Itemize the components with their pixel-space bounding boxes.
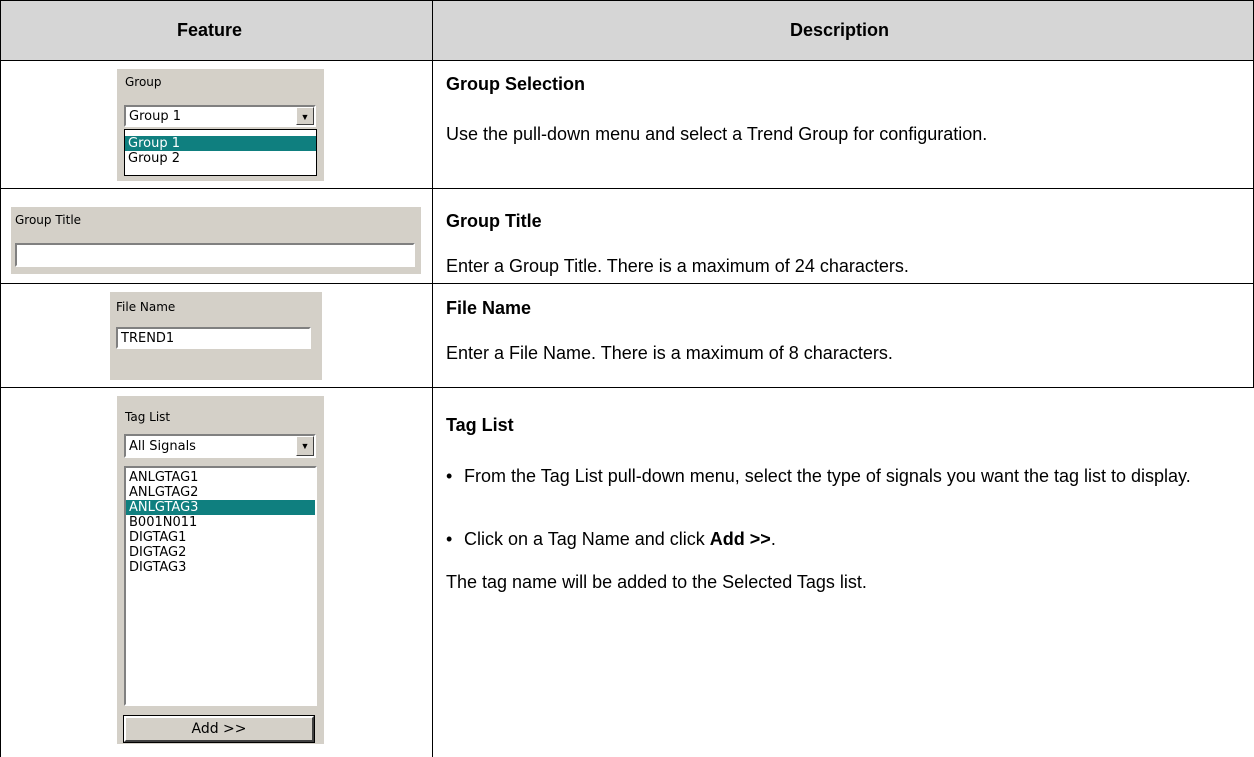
list-item[interactable]: ANLGTAG2 xyxy=(126,485,315,500)
header-description: Description xyxy=(790,20,890,40)
bullet-bold-text: Add >> xyxy=(709,529,771,549)
row-title: Tag List xyxy=(446,415,514,435)
group-title-input[interactable] xyxy=(15,243,415,267)
feature-table: Feature Description Group Group 1 ▼ Grou… xyxy=(0,0,1254,757)
row-text: Enter a File Name. There is a maximum of… xyxy=(446,343,893,363)
list-item[interactable]: ANLGTAG1 xyxy=(126,470,315,485)
row-text: The tag name will be added to the Select… xyxy=(446,572,867,592)
divider xyxy=(0,188,1254,189)
header-feature: Feature xyxy=(177,20,243,40)
file-name-panel: File Name TREND1 xyxy=(110,292,322,380)
group-panel: Group Group 1 ▼ Group 1 Group 2 xyxy=(117,69,324,181)
bullet-icon: • xyxy=(446,529,453,549)
list-item: • Click on a Tag Name and click Add >>. xyxy=(446,528,1216,550)
row-title: Group Title xyxy=(446,211,542,231)
divider xyxy=(0,0,1254,1)
tag-list-label: Tag List xyxy=(125,410,171,424)
row-text: Use the pull-down menu and select a Tren… xyxy=(446,124,988,144)
row-text: Enter a Group Title. There is a maximum … xyxy=(446,256,909,276)
list-item[interactable]: Group 2 xyxy=(125,151,316,166)
group-dropdown[interactable]: Group 1 ▼ xyxy=(124,105,316,127)
tag-listbox[interactable]: ANLGTAG1 ANLGTAG2 ANLGTAG3 B001N011 DIGT… xyxy=(124,466,317,706)
bullet-text: Click on a Tag Name and click xyxy=(464,529,705,549)
row-title: File Name xyxy=(446,298,532,318)
signal-type-value: All Signals xyxy=(129,439,196,454)
tag-list-panel: Tag List All Signals ▼ ANLGTAG1 ANLGTAG2… xyxy=(117,396,324,744)
chevron-down-icon[interactable]: ▼ xyxy=(296,436,314,456)
group-title-label: Group Title xyxy=(15,213,82,227)
chevron-down-icon[interactable]: ▼ xyxy=(296,107,314,125)
signal-type-dropdown[interactable]: All Signals ▼ xyxy=(124,434,316,458)
list-item[interactable]: ANLGTAG3 xyxy=(126,500,315,515)
file-name-label: File Name xyxy=(116,300,176,314)
divider xyxy=(432,0,433,757)
divider xyxy=(0,283,1254,284)
list-item[interactable]: DIGTAG2 xyxy=(126,545,315,560)
list-item[interactable]: DIGTAG1 xyxy=(126,530,315,545)
bullet-text-wrap: Click on a Tag Name and click Add >>. xyxy=(464,528,1204,550)
list-item[interactable]: DIGTAG3 xyxy=(126,560,315,575)
group-dropdown-value: Group 1 xyxy=(129,109,181,124)
divider xyxy=(0,0,1,757)
add-button[interactable]: Add >> xyxy=(123,715,315,743)
group-options: Group 1 Group 2 xyxy=(124,129,317,176)
file-name-value: TREND1 xyxy=(121,331,175,346)
group-label: Group xyxy=(125,75,162,89)
row-title: Group Selection xyxy=(446,74,586,94)
file-name-input[interactable]: TREND1 xyxy=(116,327,311,349)
list-item[interactable]: B001N011 xyxy=(126,515,315,530)
bullet-text: From the Tag List pull-down menu, select… xyxy=(464,466,1191,486)
divider xyxy=(0,60,1254,61)
bullet-icon: • xyxy=(446,466,453,486)
list-item: • From the Tag List pull-down menu, sele… xyxy=(446,465,1216,509)
bullet-tail: . xyxy=(770,529,776,549)
list-item[interactable]: Group 1 xyxy=(125,136,316,151)
group-title-panel: Group Title xyxy=(11,207,421,274)
divider xyxy=(0,387,1254,388)
